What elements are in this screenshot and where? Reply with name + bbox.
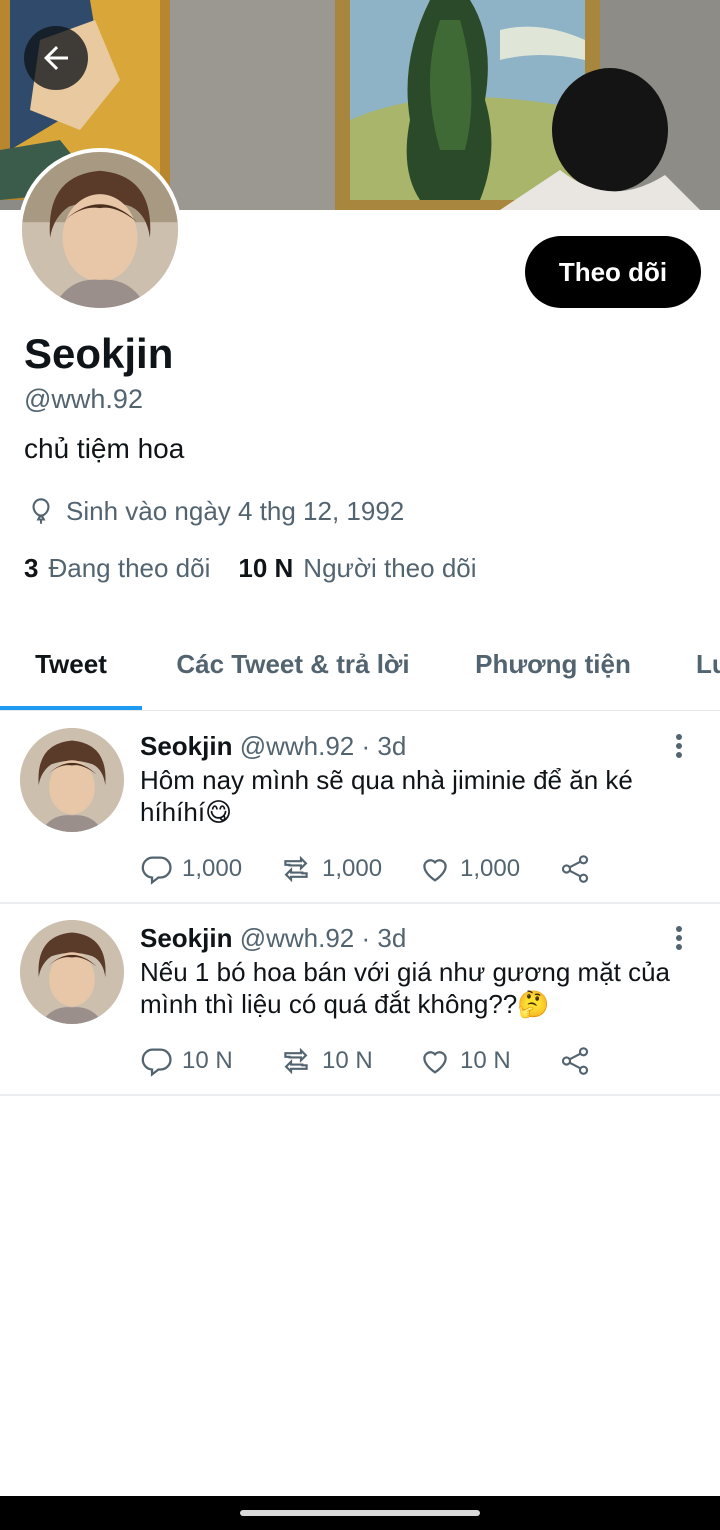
profile-bio: chủ tiệm hoa: [24, 433, 185, 464]
share-button[interactable]: [558, 1044, 600, 1078]
avatar-image: [20, 920, 124, 1024]
home-indicator[interactable]: [240, 1510, 480, 1516]
following-count[interactable]: 3: [24, 551, 38, 585]
tabs-divider: [0, 710, 720, 711]
reply-count: 10 N: [182, 1047, 233, 1074]
share-icon: [561, 855, 589, 883]
like-count: 1,000: [460, 855, 521, 882]
follow-button[interactable]: Theo dõi: [525, 236, 701, 308]
share-button[interactable]: [558, 852, 600, 886]
tab-tweet[interactable]: Tweet: [0, 618, 142, 710]
follow-stats: 3 Đang theo dõi 10 N Người theo dõi: [24, 551, 477, 585]
like-count: 10 N: [460, 1047, 511, 1074]
avatar-image: [20, 728, 124, 832]
more-vertical-icon: [676, 926, 682, 950]
tab-likes[interactable]: Lu: [662, 618, 720, 710]
tweet-text: Nếu 1 bó hoa bán với giá như gương mặt c…: [140, 957, 671, 1019]
share-icon: [561, 1047, 589, 1075]
retweet-count: 1,000: [322, 855, 383, 882]
tweet-author-name[interactable]: Seokjin: [140, 923, 232, 953]
like-button[interactable]: 1,000: [418, 852, 558, 886]
heart-icon: [423, 1051, 447, 1074]
avatar-image: [22, 152, 178, 308]
retweet-count: 10 N: [322, 1047, 373, 1074]
retweet-icon: [284, 1047, 308, 1075]
tweet-actions: 1,000 1,000 1,000: [140, 849, 600, 889]
tweet-item[interactable]: Seokjin @wwh.92 · 3d Hôm nay mình sẽ qua…: [0, 712, 720, 904]
reply-icon: [141, 1048, 172, 1077]
tweet-author-name[interactable]: Seokjin: [140, 731, 232, 761]
tweet-header: Seokjin @wwh.92 · 3d: [140, 729, 406, 763]
retweet-button[interactable]: 10 N: [278, 1044, 418, 1078]
more-options-button[interactable]: [664, 921, 694, 955]
tweet-actions: 10 N 10 N 10 N: [140, 1041, 600, 1081]
profile-tabs: Tweet Các Tweet & trả lời Phương tiện Lu: [0, 618, 720, 710]
retweet-icon: [284, 855, 308, 883]
system-nav-bar: [0, 1496, 720, 1530]
tweet-avatar[interactable]: [20, 920, 124, 1024]
tweet-meta: @wwh.92 · 3d: [239, 923, 407, 953]
tab-media[interactable]: Phương tiện: [444, 618, 662, 710]
balloon-icon: [24, 494, 58, 528]
reply-button[interactable]: 1,000: [140, 852, 278, 886]
tweet-header: Seokjin @wwh.92 · 3d: [140, 921, 406, 955]
like-button[interactable]: 10 N: [418, 1044, 558, 1078]
reply-count: 1,000: [182, 855, 243, 882]
birthday-text: Sinh vào ngày 4 thg 12, 1992: [66, 496, 405, 526]
reply-icon: [141, 856, 172, 885]
back-button[interactable]: [24, 26, 88, 90]
heart-icon: [423, 859, 447, 882]
profile-avatar[interactable]: [18, 148, 182, 312]
tweet-text: Hôm nay mình sẽ qua nhà jiminie để ăn ké…: [140, 765, 633, 827]
profile-name: Seokjin: [24, 330, 174, 377]
following-label[interactable]: Đang theo dõi: [48, 551, 210, 585]
tweet-meta: @wwh.92 · 3d: [239, 731, 407, 761]
arrow-left-icon: [44, 46, 68, 70]
more-options-button[interactable]: [664, 729, 694, 763]
tab-tweets-replies[interactable]: Các Tweet & trả lời: [142, 618, 444, 710]
retweet-button[interactable]: 1,000: [278, 852, 418, 886]
more-vertical-icon: [676, 734, 682, 758]
followers-count[interactable]: 10 N: [238, 551, 293, 585]
profile-handle: @wwh.92: [24, 384, 143, 414]
tweet-item[interactable]: Seokjin @wwh.92 · 3d Nếu 1 bó hoa bán vớ…: [0, 904, 720, 1096]
followers-label[interactable]: Người theo dõi: [303, 551, 476, 585]
tweet-avatar[interactable]: [20, 728, 124, 832]
reply-button[interactable]: 10 N: [140, 1044, 278, 1078]
birthday-row: Sinh vào ngày 4 thg 12, 1992: [24, 494, 404, 528]
